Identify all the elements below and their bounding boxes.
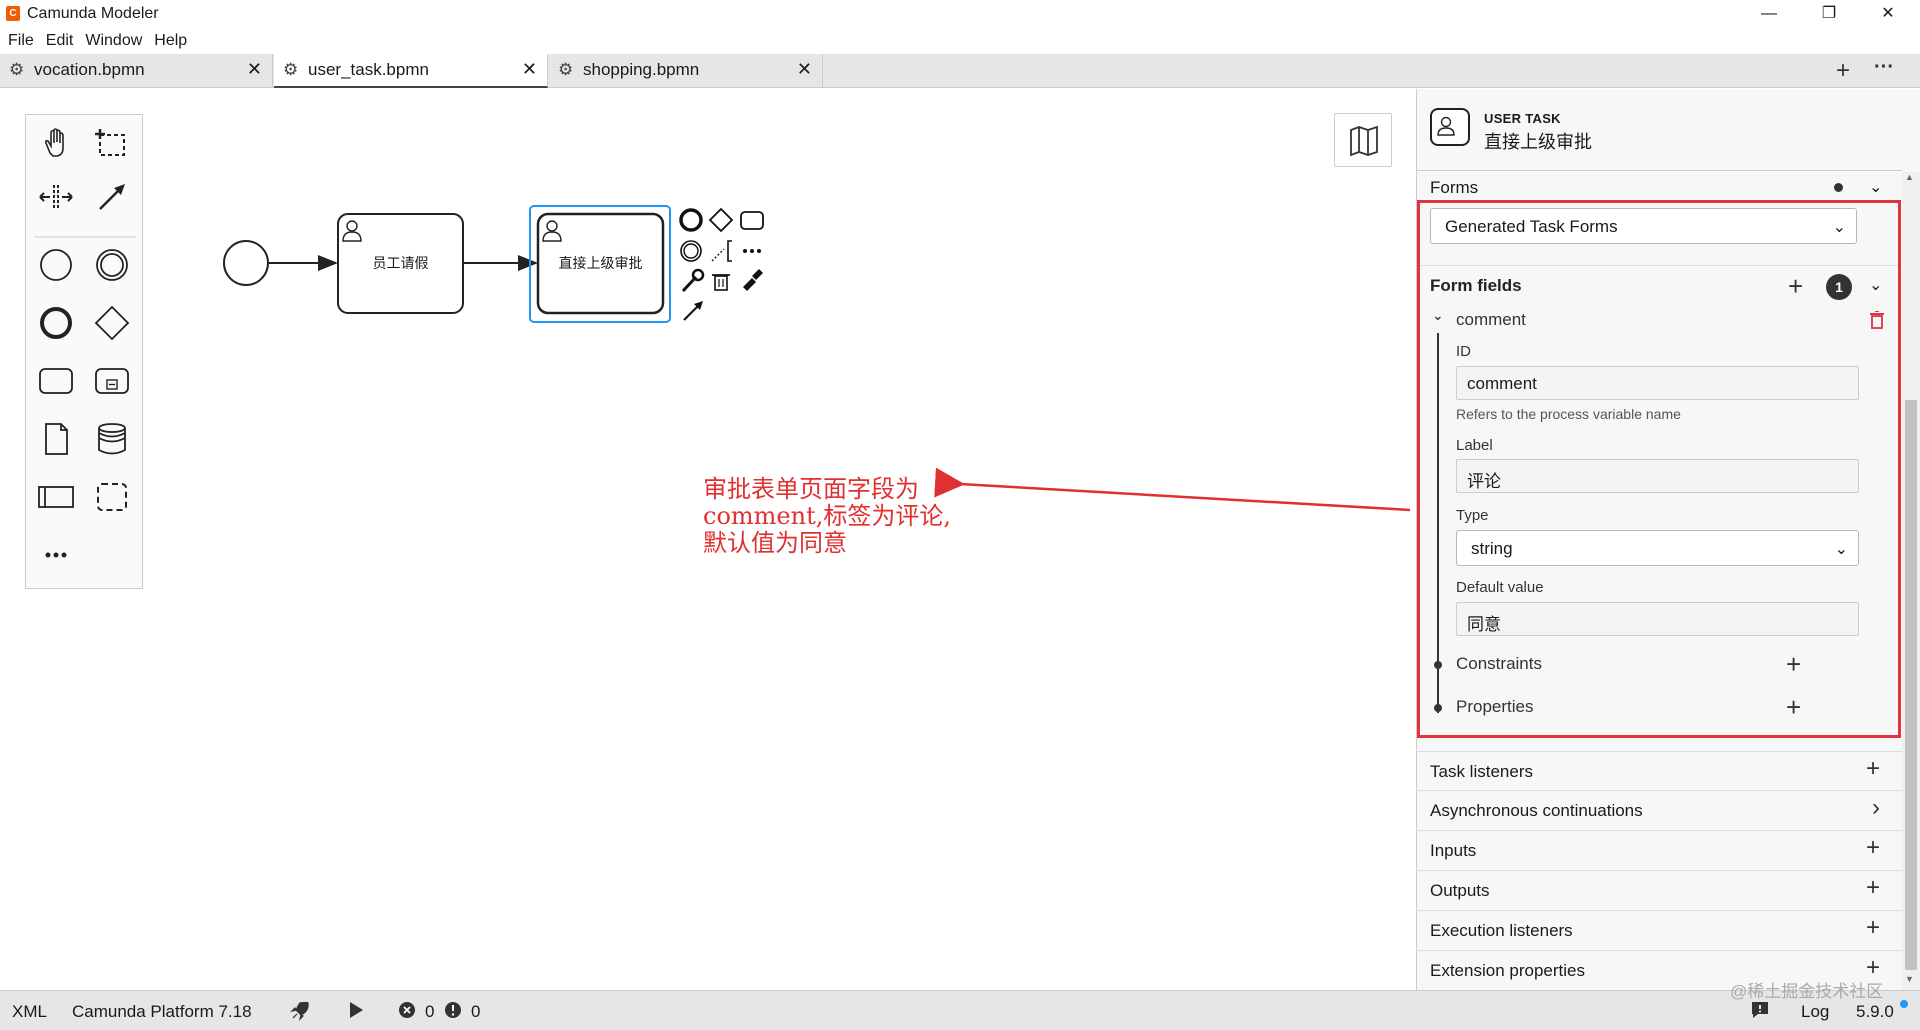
constraints-title[interactable]: Constraints [1456, 654, 1542, 674]
delete-field-icon[interactable] [1870, 310, 1884, 334]
chevron-right-icon[interactable]: › [1872, 794, 1880, 822]
properties-title[interactable]: Properties [1456, 697, 1533, 717]
task-label: 员工请假 [372, 255, 429, 271]
watermark: @稀土掘金技术社区 [1730, 982, 1884, 1001]
group-task-listeners[interactable]: Task listeners + [1416, 751, 1902, 791]
more-options-icon[interactable] [743, 249, 761, 253]
start-event[interactable] [223, 240, 269, 286]
start-instance-play-icon[interactable] [346, 1000, 366, 1025]
expand-chevron-icon[interactable]: ⌄ [1432, 307, 1444, 324]
user-task-icon [1430, 108, 1470, 146]
scrollbar-thumb[interactable] [1905, 400, 1917, 970]
add-property-icon[interactable]: + [1786, 692, 1801, 723]
id-field[interactable]: comment [1456, 366, 1859, 400]
group-title: Task listeners [1430, 762, 1533, 781]
close-window-button[interactable]: ✕ [1868, 2, 1908, 26]
add-form-field-icon[interactable]: + [1788, 271, 1803, 302]
annotation-arrow [934, 467, 1411, 512]
warning-icon[interactable] [444, 1001, 462, 1024]
forms-group-title[interactable]: Forms [1430, 178, 1478, 198]
type-label: Type [1456, 507, 1489, 524]
group-execution-listeners[interactable]: Execution listeners + [1416, 911, 1902, 951]
minimap-toggle-button[interactable] [1334, 113, 1392, 167]
scroll-down-icon[interactable]: ▼ [1905, 974, 1914, 984]
collapse-chevron-icon[interactable]: ⌄ [1869, 275, 1882, 295]
collapse-chevron-icon[interactable]: ⌄ [1869, 177, 1882, 197]
app-version[interactable]: 5.9.0 [1856, 1002, 1894, 1022]
element-name: 直接上级审批 [1484, 132, 1592, 152]
label-value: 评论 [1467, 472, 1501, 491]
id-value: comment [1467, 374, 1537, 393]
context-pad [679, 207, 764, 321]
minimize-button[interactable]: — [1749, 2, 1789, 26]
type-select[interactable]: string ⌄ [1456, 530, 1859, 566]
group-title: Outputs [1430, 881, 1490, 900]
add-icon[interactable]: + [1866, 914, 1880, 942]
group-outputs[interactable]: Outputs + [1416, 871, 1902, 911]
append-end-event-icon[interactable] [679, 208, 703, 232]
group-title: Extension properties [1430, 961, 1585, 980]
tree-node-icon [1434, 661, 1442, 669]
group-title: Execution listeners [1430, 921, 1573, 940]
error-icon[interactable] [398, 1001, 416, 1024]
id-hint: Refers to the process variable name [1456, 406, 1681, 422]
id-label: ID [1456, 343, 1471, 360]
xml-toggle[interactable]: XML [12, 1002, 47, 1022]
feedback-icon[interactable] [1750, 1000, 1770, 1025]
map-icon [1350, 125, 1378, 157]
color-paint-icon[interactable] [743, 269, 763, 291]
append-task-icon[interactable] [740, 211, 764, 230]
label-field[interactable]: 评论 [1456, 459, 1859, 493]
add-icon[interactable]: + [1866, 874, 1880, 902]
add-icon[interactable]: + [1866, 834, 1880, 862]
maximize-button[interactable]: ❐ [1809, 2, 1849, 26]
group-active-dot-icon [1834, 183, 1843, 192]
form-type-value: Generated Task Forms [1445, 217, 1618, 236]
divider [1416, 170, 1902, 171]
log-toggle[interactable]: Log [1801, 1002, 1829, 1022]
group-title: Inputs [1430, 841, 1477, 860]
platform-version[interactable]: Camunda Platform 7.18 [72, 1002, 252, 1022]
append-gateway-icon[interactable] [708, 207, 734, 233]
delete-trash-icon[interactable] [712, 274, 730, 291]
group-async-continuations[interactable]: Asynchronous continuations › [1416, 791, 1902, 831]
divider [1420, 265, 1898, 266]
type-value: string [1471, 539, 1513, 558]
group-title: Asynchronous continuations [1430, 801, 1643, 820]
connect-arrow-icon[interactable] [683, 301, 703, 321]
chevron-down-icon: ⌄ [1832, 219, 1846, 236]
tree-line [1437, 333, 1439, 713]
form-fields-title[interactable]: Form fields [1430, 276, 1522, 296]
error-count: 0 [425, 1002, 435, 1021]
task-label: 直接上级审批 [558, 255, 643, 271]
add-constraint-icon[interactable]: + [1786, 649, 1801, 680]
scroll-up-icon[interactable]: ▲ [1905, 172, 1914, 182]
deploy-rocket-icon[interactable] [288, 999, 312, 1028]
add-icon[interactable]: + [1866, 755, 1880, 783]
new-tab-button[interactable]: + [1836, 57, 1850, 85]
warning-count: 0 [471, 1002, 481, 1021]
more-tabs-button[interactable]: ··· [1874, 56, 1894, 79]
label-label: Label [1456, 437, 1493, 454]
tree-node-icon [1434, 704, 1442, 712]
default-value-label: Default value [1456, 579, 1544, 596]
change-type-wrench-icon[interactable] [681, 268, 705, 293]
default-value: 同意 [1467, 615, 1501, 634]
text-annotation-icon[interactable] [711, 240, 732, 262]
form-type-select[interactable]: Generated Task Forms ⌄ [1430, 208, 1857, 244]
status-bar: XML Camunda Platform 7.18 0 0 @稀土掘金技术社区 … [0, 982, 1920, 1030]
chevron-down-icon: ⌄ [1834, 541, 1848, 558]
update-dot-icon [1900, 1000, 1908, 1008]
element-type: USER TASK [1484, 111, 1561, 126]
red-annotation-text: 审批表单页面字段为 comment,标签为评论, 默认值为同意 [703, 475, 951, 557]
form-fields-count-badge: 1 [1826, 274, 1852, 300]
append-intermediate-event-icon[interactable] [680, 240, 702, 262]
form-field-name[interactable]: comment [1456, 310, 1526, 330]
default-value-field[interactable]: 同意 [1456, 602, 1859, 636]
group-inputs[interactable]: Inputs + [1416, 831, 1902, 871]
